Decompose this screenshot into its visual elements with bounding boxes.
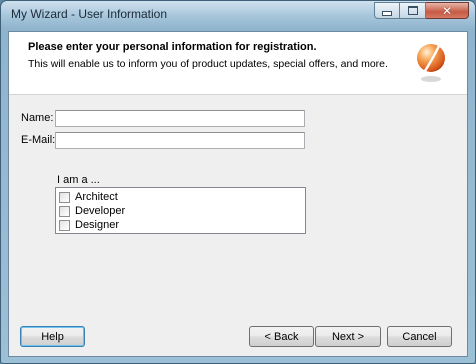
wizard-logo-icon bbox=[417, 44, 445, 82]
cancel-button[interactable]: Cancel bbox=[387, 326, 452, 347]
page-title: Please enter your personal information f… bbox=[28, 41, 317, 53]
email-field[interactable] bbox=[55, 132, 305, 149]
name-label: Name: bbox=[21, 112, 54, 124]
wizard-page: Please enter your personal information f… bbox=[8, 31, 468, 357]
role-item-label: Developer bbox=[75, 205, 126, 217]
back-button[interactable]: < Back bbox=[249, 326, 314, 347]
minimize-button[interactable] bbox=[374, 2, 400, 19]
role-item-label: Designer bbox=[75, 219, 120, 231]
role-item-architect[interactable]: Architect bbox=[59, 190, 118, 204]
page-subtitle: This will enable us to inform you of pro… bbox=[28, 58, 388, 70]
role-checklist[interactable]: Architect Developer Designer bbox=[55, 187, 306, 234]
checkbox-architect[interactable] bbox=[59, 191, 70, 203]
maximize-button[interactable] bbox=[400, 2, 426, 19]
checkbox-developer[interactable] bbox=[59, 205, 70, 217]
email-label: E-Mail: bbox=[21, 134, 56, 146]
page-header: Please enter your personal information f… bbox=[9, 32, 467, 95]
role-item-developer[interactable]: Developer bbox=[59, 204, 125, 218]
caption-buttons: ✕ bbox=[374, 2, 469, 19]
maximize-icon bbox=[407, 6, 418, 15]
window-title: My Wizard - User Information bbox=[11, 7, 168, 21]
name-field[interactable] bbox=[55, 110, 305, 127]
title-bar[interactable]: My Wizard - User Information ✕ bbox=[1, 1, 475, 29]
role-item-label: Architect bbox=[75, 191, 118, 203]
next-button[interactable]: Next > bbox=[315, 326, 381, 347]
role-item-designer[interactable]: Designer bbox=[59, 218, 119, 232]
minimize-icon bbox=[382, 11, 392, 16]
help-button[interactable]: Help bbox=[20, 326, 85, 347]
wizard-window: My Wizard - User Information ✕ Please en… bbox=[0, 0, 476, 364]
role-group-label: I am a ... bbox=[57, 174, 100, 186]
close-button[interactable]: ✕ bbox=[426, 2, 469, 19]
close-icon: ✕ bbox=[441, 3, 453, 18]
checkbox-designer[interactable] bbox=[59, 219, 70, 231]
